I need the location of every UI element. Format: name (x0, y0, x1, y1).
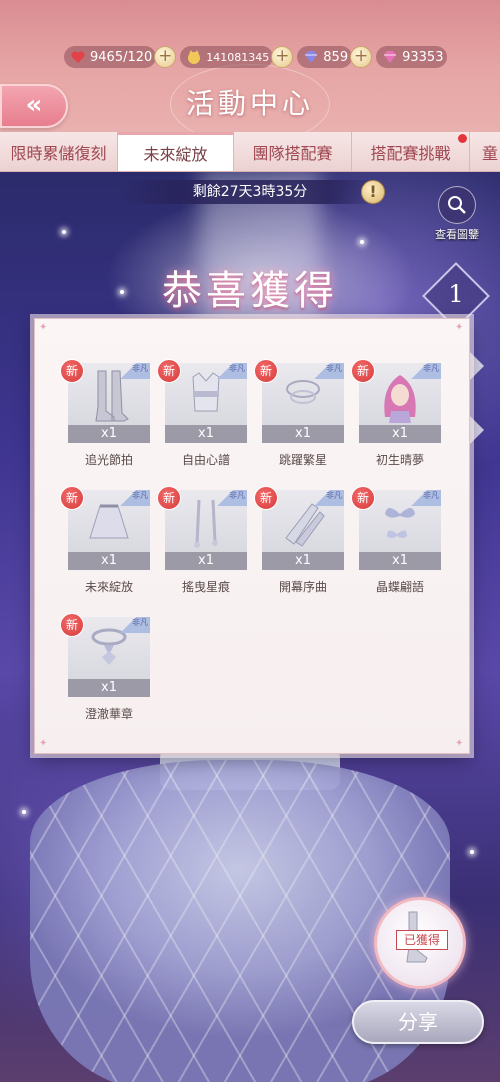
page-number: 1 (448, 280, 464, 308)
page-title: 活動中心 (185, 87, 314, 120)
stamina-value: 9465/120 (90, 49, 153, 65)
reward-panel: ✦ ✦ ✦ ✦ 非凡 x1 新 追光節拍 非凡 x1 新 自由心譜 非凡 x1 … (34, 318, 470, 754)
sparkle (470, 850, 474, 854)
congrats-title: 恭喜獲得 (162, 268, 338, 314)
sparkle (22, 810, 26, 814)
reward-item[interactable]: 非凡 x1 新 自由心譜 (157, 359, 247, 473)
gem-counter: 93353 (376, 45, 448, 69)
tab-more[interactable]: 童 (470, 132, 500, 171)
item-name: 未來綻放 (84, 580, 133, 594)
diamond-counter: 859 + (297, 45, 373, 69)
sparkle (62, 230, 66, 234)
tab-team-match[interactable]: 團隊搭配賽 (234, 132, 352, 171)
reward-item[interactable]: 非凡 x1 新 追光節拍 (60, 359, 150, 473)
new-badge: 新 (157, 359, 181, 383)
new-badge: 新 (351, 359, 375, 383)
pink-gem-icon (382, 49, 398, 65)
new-badge: 新 (351, 486, 375, 510)
cat-coin-icon (186, 49, 202, 65)
new-badge: 新 (60, 359, 84, 383)
gold-counter: 141081345 + (180, 45, 294, 69)
reward-item[interactable]: 非凡 x1 新 澄澈華章 (60, 613, 150, 727)
reward-item[interactable]: 非凡 x1 新 搖曳星痕 (157, 486, 247, 600)
view-gallery-label: 查看圖鑒 (435, 228, 479, 241)
activity-tabs: 限時累儲復刻 未來綻放 團隊搭配賽 搭配賽挑戰 童 (0, 132, 500, 172)
reward-item[interactable]: 非凡 x1 新 開幕序曲 (254, 486, 344, 600)
item-name: 自由心譜 (181, 453, 230, 467)
new-badge: 新 (157, 486, 181, 510)
add-diamond-button[interactable]: + (350, 46, 373, 68)
corner-ornament: ✦ (39, 738, 48, 749)
tab-label: 搭配賽挑戰 (370, 143, 451, 163)
currency-bar: 9465/120 + 141081345 + 859 + 93353 (64, 44, 451, 70)
add-stamina-button[interactable]: + (154, 46, 177, 68)
diamond-value: 859 (323, 49, 349, 65)
share-button[interactable]: 分享 (352, 1000, 484, 1044)
reward-item[interactable]: 非凡 x1 新 初生晴夢 (351, 359, 441, 473)
notification-dot (458, 133, 467, 143)
item-name: 晶蝶翩語 (375, 580, 424, 594)
next-arrow-icon[interactable] (470, 352, 484, 380)
corner-ornament: ✦ (455, 322, 464, 333)
new-badge: 新 (254, 359, 278, 383)
reward-item[interactable]: 非凡 x1 新 晶蝶翩語 (351, 486, 441, 600)
info-exclamation-icon[interactable]: ! (361, 180, 385, 204)
new-badge: 新 (60, 486, 84, 510)
new-badge: 新 (254, 486, 278, 510)
header-bar: 9465/120 + 141081345 + 859 + 93353 « 活動中… (0, 0, 500, 144)
item-name: 澄澈華章 (84, 707, 133, 721)
corner-ornament: ✦ (455, 738, 464, 749)
gem-value: 93353 (402, 49, 444, 65)
sparkle (360, 240, 364, 244)
diamond-icon (303, 49, 319, 65)
add-gold-button[interactable]: + (271, 46, 294, 68)
stamina-counter: 9465/120 + (64, 45, 177, 69)
reward-item[interactable]: 非凡 x1 新 未來綻放 (60, 486, 150, 600)
corner-ornament: ✦ (39, 322, 48, 333)
gold-value: 141081345 (206, 50, 270, 64)
tab-future-bloom[interactable]: 未來綻放 (118, 132, 234, 171)
item-name: 開幕序曲 (278, 580, 327, 594)
item-name: 初生晴夢 (375, 453, 424, 467)
item-name: 追光節拍 (84, 453, 133, 467)
countdown-timer: 剩餘27天3時35分 (120, 180, 380, 204)
item-name: 跳躍繁星 (278, 453, 327, 467)
view-gallery-button[interactable]: 查看圖鑒 (432, 186, 482, 241)
tab-match-challenge[interactable]: 搭配賽挑戰 (352, 132, 470, 171)
new-badge: 新 (60, 613, 84, 637)
reward-item[interactable]: 非凡 x1 新 跳躍繁星 (254, 359, 344, 473)
next-arrow-icon[interactable] (470, 416, 484, 444)
item-name: 搖曳星痕 (181, 580, 230, 594)
obtained-badge: 已獲得 (396, 930, 448, 950)
heart-icon (70, 49, 86, 65)
magnifier-icon (438, 186, 476, 224)
tab-recharge-reprint[interactable]: 限時累儲復刻 (0, 132, 118, 171)
